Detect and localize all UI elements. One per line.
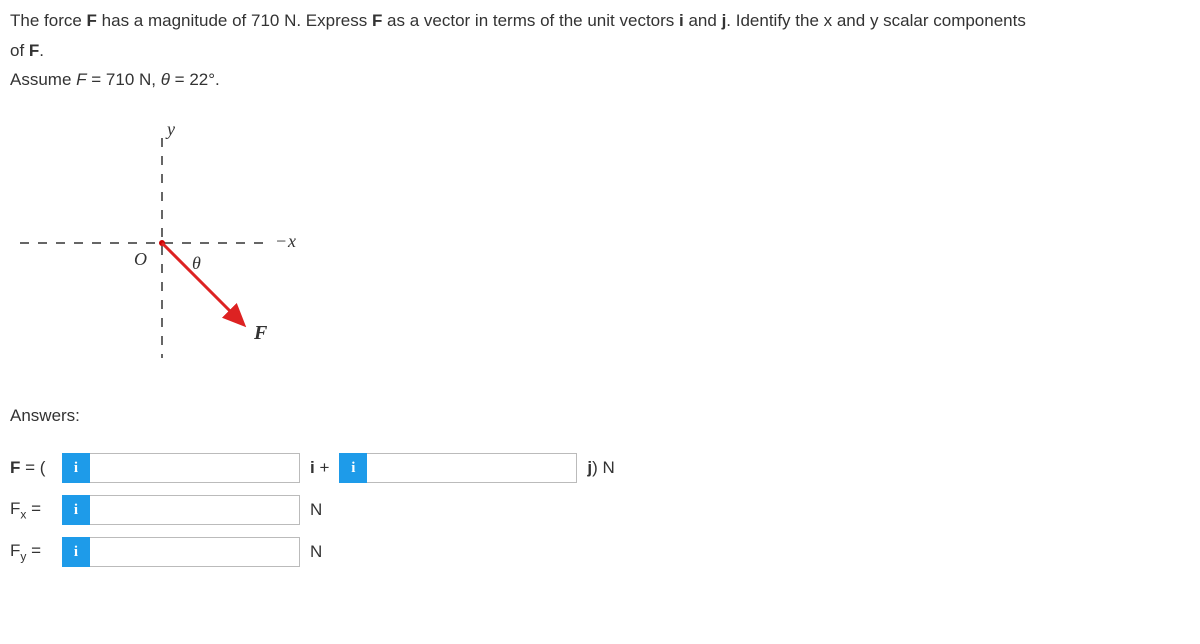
neg-x-label: − xyxy=(275,231,287,251)
theta-label: θ xyxy=(192,253,201,273)
answers-heading: Answers: xyxy=(10,403,1190,429)
text: as a vector in terms of the unit vectors xyxy=(382,11,679,30)
F-symbol: F xyxy=(372,11,382,30)
F-label: F xyxy=(253,322,268,344)
text: . Identify the x and y scalar components xyxy=(726,11,1026,30)
O-label: O xyxy=(134,249,147,269)
y-label: y xyxy=(165,119,175,139)
answer-Fx-row: Fx = i N xyxy=(10,494,1190,526)
Fy-input[interactable] xyxy=(90,537,300,567)
F-vector-label: F = ( xyxy=(10,455,62,481)
i-plus-text: i + xyxy=(310,455,329,481)
Fx-label: Fx = xyxy=(10,496,62,523)
problem-line2: of F. xyxy=(10,38,1190,64)
Fx-unit: N xyxy=(310,497,322,523)
Fx-input[interactable] xyxy=(90,495,300,525)
force-diagram: − x y O θ F xyxy=(10,113,300,373)
F-j-component-input[interactable] xyxy=(367,453,577,483)
text: and xyxy=(684,11,722,30)
x-label: x xyxy=(287,231,296,251)
text: . xyxy=(39,41,44,60)
info-icon[interactable]: i xyxy=(62,453,90,483)
Fy-label: Fy = xyxy=(10,538,62,565)
info-icon[interactable]: i xyxy=(62,537,90,567)
answer-Fy-row: Fy = i N xyxy=(10,536,1190,568)
text: The force xyxy=(10,11,87,30)
theta-var: θ xyxy=(161,70,170,89)
j-unit-text: j) N xyxy=(587,455,614,481)
text: of xyxy=(10,41,29,60)
problem-statement: The force F has a magnitude of 710 N. Ex… xyxy=(10,8,1190,34)
info-icon[interactable]: i xyxy=(62,495,90,525)
F-symbol: F xyxy=(87,11,97,30)
answer-F-vector-row: F = ( i i + i j) N xyxy=(10,452,1190,484)
Fy-unit: N xyxy=(310,539,322,565)
F-var: F xyxy=(76,70,86,89)
text: = 710 N, xyxy=(87,70,161,89)
F-i-component-input[interactable] xyxy=(90,453,300,483)
problem-assumption: Assume F = 710 N, θ = 22°. xyxy=(10,67,1190,93)
info-icon[interactable]: i xyxy=(339,453,367,483)
F-symbol: F xyxy=(29,41,39,60)
text: Assume xyxy=(10,70,76,89)
text: = 22°. xyxy=(170,70,220,89)
text: has a magnitude of 710 N. Express xyxy=(97,11,372,30)
